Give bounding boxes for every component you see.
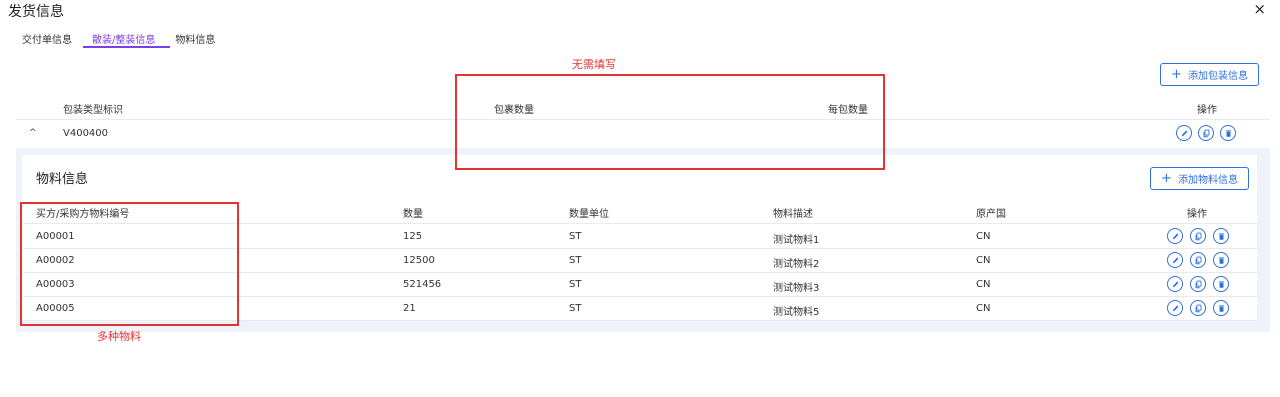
pencil-icon[interactable] [1167, 228, 1183, 244]
add-package-button[interactable]: + 添加包装信息 [1160, 63, 1259, 86]
pencil-icon[interactable] [1167, 300, 1183, 316]
copy-icon[interactable] [1190, 300, 1206, 316]
pencil-icon[interactable] [1176, 125, 1192, 141]
description-cell: 测试物料3 [773, 283, 820, 294]
origin-cell: CN [976, 279, 991, 290]
plus-icon: + [1161, 171, 1172, 186]
copy-icon[interactable] [1190, 276, 1206, 292]
annotation-box-package-qty [455, 74, 885, 170]
material-panel-title: 物料信息 [36, 172, 89, 187]
copy-icon[interactable] [1190, 228, 1206, 244]
column-header-package-type: 包装类型标识 [63, 105, 123, 116]
close-icon[interactable]: × [1253, 0, 1266, 18]
add-package-button-label: 添加包装信息 [1187, 71, 1248, 82]
qty-cell: 125 [403, 231, 423, 242]
trash-icon[interactable] [1213, 228, 1229, 244]
origin-cell: CN [976, 303, 991, 314]
tab-delivery-note[interactable]: 交付单信息 [22, 31, 72, 49]
copy-icon[interactable] [1190, 252, 1206, 268]
column-header-qty: 数量 [403, 209, 423, 220]
column-header-unit: 数量单位 [569, 209, 609, 220]
qty-cell: 521456 [403, 279, 442, 290]
trash-icon[interactable] [1213, 252, 1229, 268]
qty-cell: 12500 [403, 255, 435, 266]
column-header-actions: 操作 [1197, 105, 1217, 116]
unit-cell: ST [569, 231, 582, 242]
column-header-origin: 原产国 [976, 209, 1006, 220]
annotation-box-material-code [20, 202, 239, 326]
plus-icon: + [1171, 67, 1182, 82]
add-material-button[interactable]: + 添加物料信息 [1150, 167, 1249, 190]
column-header-description: 物料描述 [773, 209, 813, 220]
description-cell: 测试物料2 [773, 259, 820, 270]
package-type-id: V400400 [63, 128, 109, 139]
chevron-up-icon[interactable]: ^ [29, 128, 37, 138]
column-header-actions: 操作 [1187, 209, 1207, 220]
origin-cell: CN [976, 231, 991, 242]
description-cell: 测试物料1 [773, 235, 820, 246]
trash-icon[interactable] [1220, 125, 1236, 141]
pencil-icon[interactable] [1167, 276, 1183, 292]
active-tab-indicator [83, 46, 170, 48]
description-cell: 测试物料5 [773, 307, 820, 318]
unit-cell: ST [569, 303, 582, 314]
trash-icon[interactable] [1213, 300, 1229, 316]
dialog-title: 发货信息 [8, 4, 64, 20]
tab-material[interactable]: 物料信息 [175, 31, 215, 49]
unit-cell: ST [569, 255, 582, 266]
add-material-button-label: 添加物料信息 [1177, 175, 1238, 186]
annotation-no-fill-label: 无需填写 [572, 58, 616, 71]
annotation-multiple-materials-label: 多种物料 [97, 330, 141, 343]
pencil-icon[interactable] [1167, 252, 1183, 268]
trash-icon[interactable] [1213, 276, 1229, 292]
origin-cell: CN [976, 255, 991, 266]
copy-icon[interactable] [1198, 125, 1214, 141]
unit-cell: ST [569, 279, 582, 290]
qty-cell: 21 [403, 303, 416, 314]
